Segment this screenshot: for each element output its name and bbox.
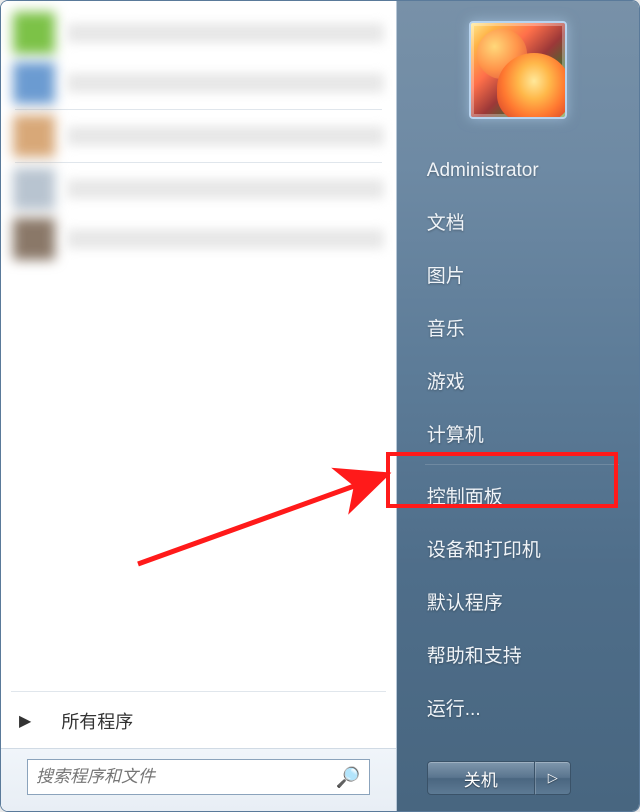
app-label-blurred: [67, 179, 384, 199]
system-links-panel: Administrator 文档 图片 音乐 游戏 计算机 控制面板 设备和打印…: [397, 1, 639, 811]
pictures-link[interactable]: 图片: [397, 248, 639, 301]
help-support-link[interactable]: 帮助和支持: [397, 628, 639, 681]
default-programs-link[interactable]: 默认程序: [397, 575, 639, 628]
separator: [15, 162, 382, 163]
app-icon: [13, 62, 55, 104]
app-icon: [13, 168, 55, 210]
shutdown-button[interactable]: 关机: [427, 761, 535, 795]
app-label-blurred: [67, 126, 384, 146]
app-label-blurred: [67, 229, 384, 249]
shutdown-options-button[interactable]: ▷: [535, 761, 571, 795]
start-menu: ▶ 所有程序 🔍 Administrator 文档 图片 音乐 游戏 计算机 控…: [0, 0, 640, 812]
system-links-list: Administrator 文档 图片 音乐 游戏 计算机 控制面板 设备和打印…: [397, 129, 639, 734]
program-item[interactable]: [5, 112, 392, 160]
control-panel-link[interactable]: 控制面板: [397, 469, 639, 522]
separator: [425, 464, 619, 465]
user-picture[interactable]: [469, 21, 567, 119]
user-picture-frame: [397, 1, 639, 129]
separator: [15, 109, 382, 110]
chevron-right-icon: ▷: [548, 770, 558, 786]
all-programs-button[interactable]: ▶ 所有程序: [1, 694, 396, 748]
separator: [11, 691, 386, 692]
program-item[interactable]: [5, 59, 392, 107]
search-input[interactable]: [36, 767, 336, 787]
search-area: 🔍: [1, 748, 396, 811]
search-box[interactable]: 🔍: [27, 759, 370, 795]
games-link[interactable]: 游戏: [397, 354, 639, 407]
devices-printers-link[interactable]: 设备和打印机: [397, 522, 639, 575]
app-icon: [13, 218, 55, 260]
programs-panel: ▶ 所有程序 🔍: [1, 1, 397, 811]
run-link[interactable]: 运行...: [397, 681, 639, 734]
user-name-link[interactable]: Administrator: [397, 147, 639, 195]
app-icon: [13, 115, 55, 157]
program-item[interactable]: [5, 215, 392, 263]
pinned-programs-list: [1, 1, 396, 689]
program-item[interactable]: [5, 165, 392, 213]
documents-link[interactable]: 文档: [397, 195, 639, 248]
all-programs-label: 所有程序: [61, 708, 133, 734]
app-label-blurred: [67, 23, 384, 43]
shutdown-area: 关机 ▷: [397, 749, 639, 811]
app-icon: [13, 12, 55, 54]
computer-link[interactable]: 计算机: [397, 407, 639, 460]
search-icon: 🔍: [336, 765, 361, 790]
music-link[interactable]: 音乐: [397, 301, 639, 354]
program-item[interactable]: [5, 9, 392, 57]
arrow-right-icon: ▶: [19, 711, 31, 731]
app-label-blurred: [67, 73, 384, 93]
